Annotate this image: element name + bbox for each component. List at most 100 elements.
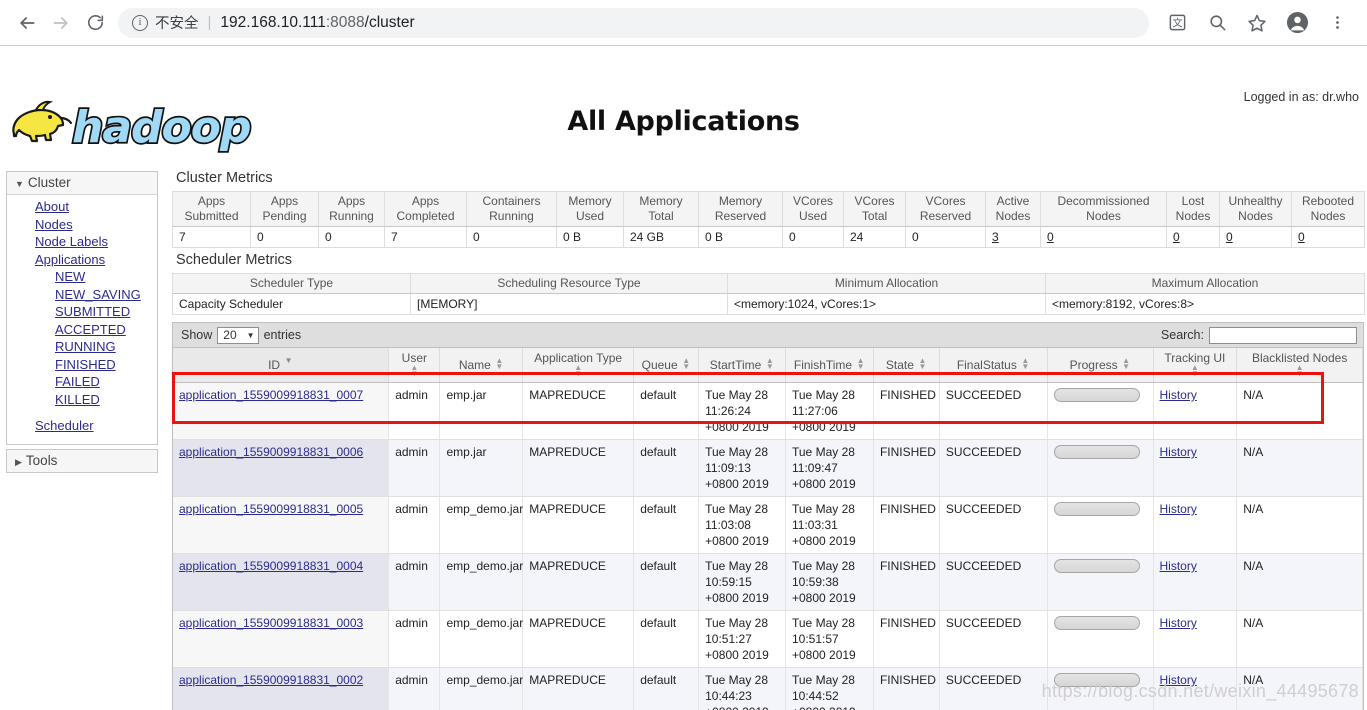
sidebar-section-cluster: ▼ Cluster About Nodes Node Labels Applica… xyxy=(6,171,158,445)
sidebar-item-accepted[interactable]: ACCEPTED xyxy=(7,322,157,340)
sidebar-item-scheduler[interactable]: Scheduler xyxy=(7,418,157,436)
cell-finish-time: Tue May 28 11:27:06 +0800 2019 xyxy=(785,382,874,440)
cell-progress xyxy=(1047,610,1154,668)
rebooted-nodes-link[interactable]: 0 xyxy=(1298,230,1305,244)
th-queue[interactable]: Queue ▲ ▼ xyxy=(633,348,700,383)
table-row: application_1559009918831_0002 admin emp_d… xyxy=(173,667,1363,710)
col-decommissioned-nodes: Decommissioned Nodes xyxy=(1040,191,1167,227)
browser-toolbar: i 不安全 | 192.168.10.111:8088/cluster 文 xyxy=(0,0,1367,46)
sidebar-item-new-saving[interactable]: NEW_SAVING xyxy=(7,287,157,305)
th-blacklisted-nodes[interactable]: Blacklisted Nodes ▲ ▼ xyxy=(1236,348,1363,383)
th-finish-time[interactable]: FinishTime ▲ ▼ xyxy=(785,348,874,383)
cell-user: admin xyxy=(388,496,441,554)
cell-application-type: MAPREDUCE xyxy=(522,610,635,668)
th-tracking-ui[interactable]: Tracking UI ▲ ▼ xyxy=(1153,348,1238,383)
translate-icon: 文 xyxy=(1169,14,1185,31)
application-id-link[interactable]: application_1559009918831_0005 xyxy=(179,502,363,516)
cell-tracking-ui[interactable]: History xyxy=(1153,382,1238,440)
cell-start-time: Tue May 28 11:09:13 +0800 2019 xyxy=(698,439,786,497)
application-id-link[interactable]: application_1559009918831_0007 xyxy=(179,388,363,402)
sidebar-item-node-labels[interactable]: Node Labels xyxy=(7,234,157,252)
cell-tracking-ui[interactable]: History xyxy=(1153,667,1238,710)
th-id[interactable]: ID ▼ xyxy=(173,348,390,383)
three-dots-menu-icon xyxy=(1335,16,1339,29)
sidebar-cluster-header[interactable]: ▼ Cluster xyxy=(7,172,157,195)
lost-nodes-link[interactable]: 0 xyxy=(1173,230,1180,244)
val-rebooted-nodes[interactable]: 0 xyxy=(1291,226,1365,248)
th-user[interactable]: User ▲ ▼ xyxy=(388,348,441,383)
cell-application-id[interactable]: application_1559009918831_0004 xyxy=(173,553,390,611)
cell-application-id[interactable]: application_1559009918831_0006 xyxy=(173,439,390,497)
cell-queue: default xyxy=(633,382,700,440)
tracking-ui-link[interactable]: History xyxy=(1160,502,1197,516)
cell-tracking-ui[interactable]: History xyxy=(1153,496,1238,554)
sidebar-item-submitted[interactable]: SUBMITTED xyxy=(7,304,157,322)
cell-application-id[interactable]: application_1559009918831_0007 xyxy=(173,382,390,440)
sidebar-item-nodes[interactable]: Nodes xyxy=(7,217,157,235)
cell-queue: default xyxy=(633,496,700,554)
th-queue-label: Queue xyxy=(641,358,678,372)
sidebar-tools-header[interactable]: ▶ Tools xyxy=(7,449,157,472)
th-start-time[interactable]: StartTime ▲ ▼ xyxy=(698,348,786,383)
bookmark-button[interactable] xyxy=(1237,6,1277,40)
reload-button[interactable] xyxy=(78,6,112,40)
browser-menu-button[interactable] xyxy=(1317,6,1357,40)
application-id-link[interactable]: application_1559009918831_0006 xyxy=(179,445,363,459)
url-path: /cluster xyxy=(364,13,415,31)
search-input[interactable] xyxy=(1209,326,1357,344)
site-info-icon[interactable]: i xyxy=(132,14,148,31)
th-name[interactable]: Name ▲ ▼ xyxy=(439,348,524,383)
th-final-status[interactable]: FinalStatus ▲ ▼ xyxy=(939,348,1048,383)
zoom-button[interactable] xyxy=(1197,6,1237,40)
val-active-nodes[interactable]: 3 xyxy=(985,226,1041,248)
col-memory-reserved: Memory Reserved xyxy=(698,191,783,227)
show-label: Show xyxy=(181,328,213,342)
tracking-ui-link[interactable]: History xyxy=(1160,388,1197,402)
sort-both-icon: ▲ ▼ xyxy=(1295,363,1304,378)
th-progress[interactable]: Progress ▲ ▼ xyxy=(1047,348,1154,383)
application-id-link[interactable]: application_1559009918831_0002 xyxy=(179,673,363,687)
sidebar-item-finished[interactable]: FINISHED xyxy=(7,357,157,375)
star-icon xyxy=(1248,14,1266,32)
application-id-link[interactable]: application_1559009918831_0004 xyxy=(179,559,363,573)
cell-tracking-ui[interactable]: History xyxy=(1153,553,1238,611)
cell-tracking-ui[interactable]: History xyxy=(1153,610,1238,668)
sort-both-icon: ▲ ▼ xyxy=(1122,356,1131,371)
back-button[interactable] xyxy=(10,6,44,40)
cell-application-id[interactable]: application_1559009918831_0005 xyxy=(173,496,390,554)
sidebar-item-failed[interactable]: FAILED xyxy=(7,374,157,392)
decommissioned-nodes-link[interactable]: 0 xyxy=(1047,230,1054,244)
tracking-ui-link[interactable]: History xyxy=(1160,673,1197,687)
col-apps-running: Apps Running xyxy=(318,191,385,227)
translate-button[interactable]: 文 xyxy=(1157,6,1197,40)
cell-application-id[interactable]: application_1559009918831_0003 xyxy=(173,610,390,668)
th-state[interactable]: State ▲ ▼ xyxy=(873,348,940,383)
tracking-ui-link[interactable]: History xyxy=(1160,616,1197,630)
tracking-ui-link[interactable]: History xyxy=(1160,559,1197,573)
sidebar-item-new[interactable]: NEW xyxy=(7,269,157,287)
address-bar[interactable]: i 不安全 | 192.168.10.111:8088/cluster xyxy=(118,7,1149,38)
val-decommissioned-nodes[interactable]: 0 xyxy=(1040,226,1167,248)
sort-both-icon: ▲ ▼ xyxy=(1190,363,1199,378)
sidebar-item-running[interactable]: RUNNING xyxy=(7,339,157,357)
application-id-link[interactable]: application_1559009918831_0003 xyxy=(179,616,363,630)
table-row: application_1559009918831_0006 admin emp.j… xyxy=(173,439,1363,497)
profile-button[interactable] xyxy=(1277,6,1317,40)
cell-tracking-ui[interactable]: History xyxy=(1153,439,1238,497)
val-unhealthy-nodes[interactable]: 0 xyxy=(1219,226,1292,248)
forward-button[interactable] xyxy=(44,6,78,40)
sidebar-item-applications[interactable]: Applications xyxy=(7,252,157,270)
cell-blacklisted-nodes: N/A xyxy=(1236,382,1363,440)
cell-application-id[interactable]: application_1559009918831_0002 xyxy=(173,667,390,710)
tracking-ui-link[interactable]: History xyxy=(1160,445,1197,459)
val-lost-nodes[interactable]: 0 xyxy=(1166,226,1220,248)
page-length-select[interactable]: 20 ▼ xyxy=(217,326,259,344)
sidebar-item-about[interactable]: About xyxy=(7,199,157,217)
url-text: 192.168.10.111:8088/cluster xyxy=(220,14,414,32)
datatable-toolbar: Show 20 ▼ entries Search: xyxy=(173,323,1363,348)
val-apps-pending: 0 xyxy=(250,226,319,248)
active-nodes-link[interactable]: 3 xyxy=(992,230,999,244)
sidebar-item-killed[interactable]: KILLED xyxy=(7,392,157,410)
th-application-type[interactable]: Application Type ▲ ▼ xyxy=(522,348,635,383)
unhealthy-nodes-link[interactable]: 0 xyxy=(1226,230,1233,244)
